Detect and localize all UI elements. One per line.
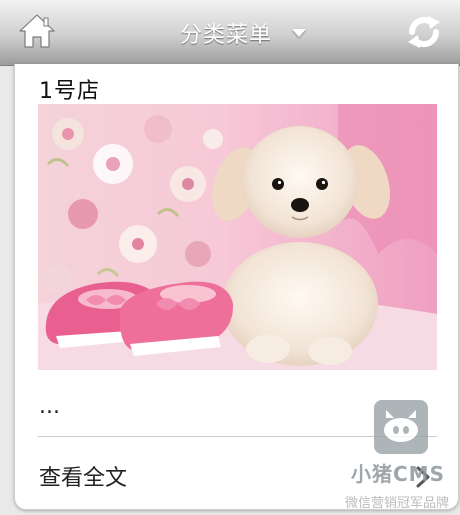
category-menu-label: 分类菜单 [180,23,273,48]
article-summary: ... [39,394,60,419]
chevron-right-icon [416,466,430,488]
refresh-button[interactable] [404,12,444,52]
divider [38,436,437,437]
puppy-photo [38,104,437,370]
refresh-icon [408,16,440,48]
article-card: 1号店 ... 查看全文 [14,64,459,510]
top-bar: 分类菜单 [0,0,460,66]
home-button[interactable] [18,12,56,50]
category-menu-dropdown[interactable]: 分类菜单 [180,18,307,48]
caret-down-icon [292,29,307,37]
read-more-link[interactable]: 查看全文 [38,440,437,510]
home-icon [19,14,55,48]
article-title: 1号店 [39,79,100,104]
read-more-label: 查看全文 [39,466,128,491]
